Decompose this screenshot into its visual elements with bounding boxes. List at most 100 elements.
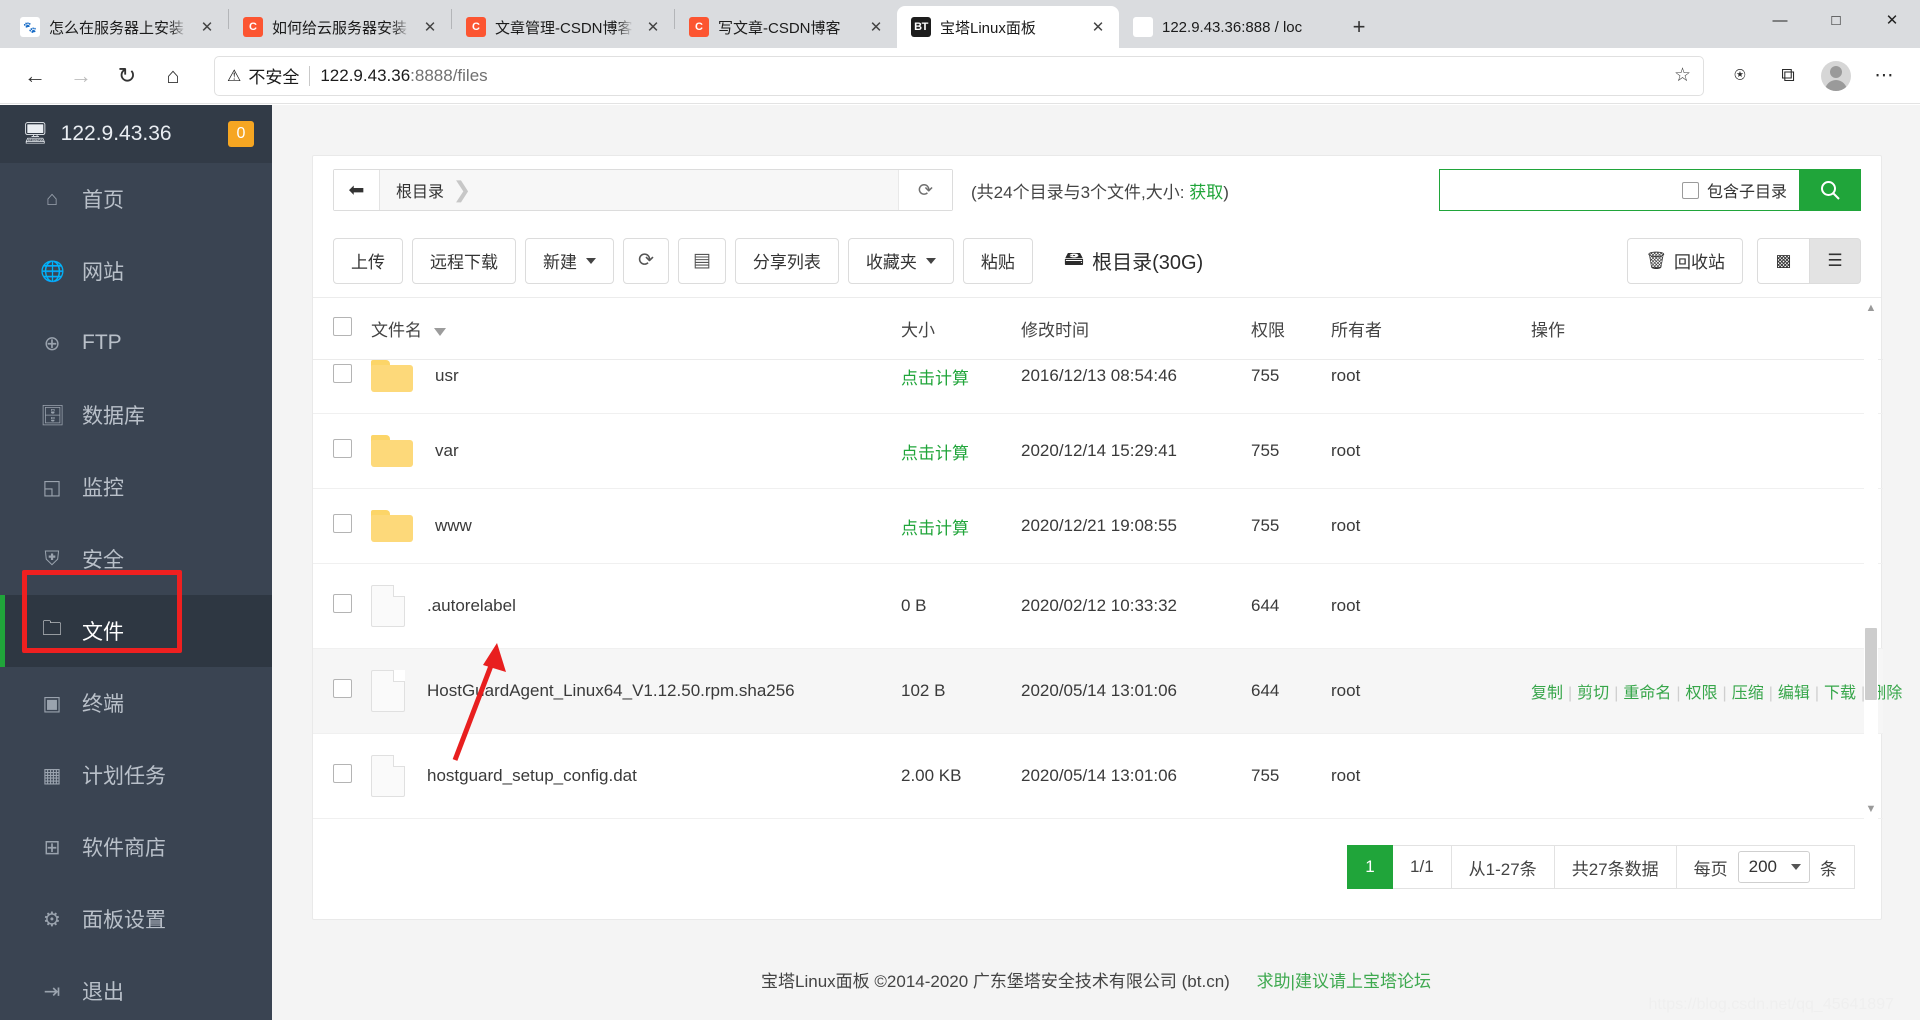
recycle-bin-button[interactable]: 🗑 回收站 (1627, 237, 1743, 284)
row-checkbox[interactable] (333, 514, 352, 533)
row-owner-cell[interactable]: root (1331, 413, 1531, 489)
address-bar[interactable]: ⚠ 不安全 122.9.43.36:8888/files ☆ (214, 55, 1704, 96)
sidebar-item-website[interactable]: 🌐 网站 (0, 235, 272, 307)
paste-button[interactable]: 粘贴 (962, 237, 1033, 284)
sidebar-item-logout[interactable]: ⇥ 退出 (0, 955, 272, 1020)
row-perm-cell[interactable]: 755 (1251, 488, 1331, 564)
search-button[interactable] (1799, 169, 1861, 211)
minimize-button[interactable]: — (1752, 0, 1808, 40)
include-subdirectories-checkbox[interactable] (1681, 181, 1699, 199)
sidebar-item-security[interactable]: ⛨ 安全 (0, 523, 272, 595)
sidebar-item-terminal[interactable]: ▣ 终端 (0, 667, 272, 739)
new-button[interactable]: 新建 (525, 237, 614, 284)
table-scrollbar[interactable]: ▲ ▼ (1864, 298, 1878, 819)
row-name-cell[interactable]: .autorelabel (371, 563, 901, 649)
reload-icon[interactable]: ↻ (106, 55, 148, 97)
terminal-button[interactable]: ▤ (677, 237, 726, 284)
row-name-cell[interactable]: usr (371, 359, 901, 414)
row-owner-cell[interactable]: root (1331, 648, 1531, 734)
calculate-size-link[interactable]: 点击计算 (901, 369, 969, 388)
table-row[interactable]: www 点击计算 2020/12/21 19:08:55 755 root (313, 488, 1883, 564)
row-name-cell[interactable]: HostGuardAgent_Linux64_V1.12.50.rpm.sha2… (371, 648, 901, 734)
table-row[interactable]: hostguard_setup_config.dat 2.00 KB 2020/… (313, 733, 1883, 819)
remote-download-button[interactable]: 远程下载 (412, 237, 516, 284)
action-cut[interactable]: 剪切 (1577, 685, 1609, 702)
browser-tab-1[interactable]: C 如何给云服务器安装 ✕ (229, 6, 451, 48)
sidebar-item-cron[interactable]: ▦ 计划任务 (0, 739, 272, 811)
column-header-owner[interactable]: 所有者 (1331, 298, 1531, 360)
sidebar-item-database[interactable]: 🗄 数据库 (0, 379, 272, 451)
column-header-mtime[interactable]: 修改时间 (1021, 298, 1251, 360)
scroll-up-icon[interactable]: ▲ (1864, 300, 1878, 316)
refresh-icon[interactable]: ⟳ (898, 170, 952, 210)
more-options-icon[interactable]: ⋯ (1862, 55, 1906, 97)
table-row[interactable]: usr 点击计算 2016/12/13 08:54:46 755 root (313, 359, 1883, 414)
new-tab-button[interactable]: + (1341, 10, 1377, 44)
row-checkbox[interactable] (333, 594, 352, 613)
grid-view-icon[interactable]: ▩ (1757, 237, 1809, 284)
row-perm-cell[interactable]: 755 (1251, 413, 1331, 489)
forward-icon[interactable]: → (60, 55, 102, 97)
row-checkbox[interactable] (333, 679, 352, 698)
row-name-cell[interactable]: www (371, 488, 901, 564)
row-owner-cell[interactable]: root (1331, 733, 1531, 819)
sidebar-item-appstore[interactable]: ⊞ 软件商店 (0, 811, 272, 883)
action-download[interactable]: 下载 (1824, 685, 1856, 702)
column-header-name[interactable]: 文件名 (371, 298, 901, 360)
action-permission[interactable]: 权限 (1686, 685, 1718, 702)
row-owner-cell[interactable]: root (1331, 359, 1531, 414)
row-perm-cell[interactable]: 755 (1251, 359, 1331, 414)
refresh-button[interactable]: ⟳ (623, 237, 669, 284)
browser-tab-0[interactable]: 🐾 怎么在服务器上安装 ✕ (6, 6, 228, 48)
path-input-area[interactable] (474, 170, 898, 210)
calculate-size-link[interactable]: 点击计算 (901, 444, 969, 463)
table-row[interactable]: var 点击计算 2020/12/14 15:29:41 755 root (313, 413, 1883, 489)
calculate-size-link[interactable]: 点击计算 (901, 519, 969, 538)
table-row[interactable]: HostGuardAgent_Linux64_V1.12.50.rpm.sha2… (313, 648, 1902, 734)
search-input[interactable]: 包含子目录 (1439, 169, 1799, 211)
column-header-perm[interactable]: 权限 (1251, 298, 1331, 360)
row-perm-cell[interactable]: 755 (1251, 733, 1331, 819)
sidebar-item-settings[interactable]: ⚙ 面板设置 (0, 883, 272, 955)
sidebar-item-files[interactable]: 🗀 文件 (0, 595, 272, 667)
action-compress[interactable]: 压缩 (1732, 685, 1764, 702)
table-row[interactable]: .autorelabel 0 B 2020/02/12 10:33:32 644… (313, 563, 1883, 649)
select-all-checkbox[interactable] (333, 316, 352, 336)
forum-link[interactable]: 求助|建议请上宝塔论坛 (1257, 972, 1431, 991)
row-perm-cell[interactable]: 644 (1251, 648, 1331, 734)
calculate-size-link[interactable]: 获取 (1189, 183, 1223, 202)
home-icon[interactable]: ⌂ (152, 55, 194, 97)
scroll-down-icon[interactable]: ▼ (1864, 801, 1878, 817)
maximize-button[interactable]: □ (1808, 0, 1864, 40)
back-arrow-icon[interactable]: ⬅ (334, 170, 380, 210)
close-icon[interactable]: ✕ (419, 16, 441, 38)
share-list-button[interactable]: 分享列表 (734, 237, 839, 284)
row-owner-cell[interactable]: root (1331, 488, 1531, 564)
browser-tab-5[interactable]: P 122.9.43.36:888 / loc (1119, 6, 1341, 48)
browser-tab-3[interactable]: C 写文章-CSDN博客 ✕ (675, 6, 897, 48)
breadcrumb-root[interactable]: 根目录 (380, 170, 450, 210)
sidebar-item-home[interactable]: ⌂ 首页 (0, 163, 272, 235)
row-perm-cell[interactable]: 644 (1251, 563, 1331, 649)
sidebar-item-monitor[interactable]: ◱ 监控 (0, 451, 272, 523)
notification-badge[interactable]: 0 (228, 121, 254, 147)
browser-tab-4-active[interactable]: BT 宝塔Linux面板 ✕ (897, 6, 1119, 48)
star-icon[interactable]: ☆ (1674, 64, 1691, 87)
row-name-cell[interactable]: var (371, 413, 901, 489)
row-name-cell[interactable]: hostguard_setup_config.dat (371, 733, 901, 819)
scrollbar-track[interactable] (1864, 298, 1878, 819)
close-icon[interactable]: ✕ (642, 16, 664, 38)
action-rename[interactable]: 重命名 (1623, 685, 1671, 702)
favorites-icon[interactable]: ⍟ (1718, 55, 1762, 97)
list-view-icon[interactable]: ☰ (1809, 237, 1861, 284)
sidebar-header[interactable]: 🖥 122.9.43.36 0 (0, 105, 272, 163)
action-edit[interactable]: 编辑 (1778, 685, 1810, 702)
page-number-1[interactable]: 1 (1347, 845, 1394, 889)
per-page-select[interactable]: 200 (1737, 851, 1810, 883)
close-icon[interactable]: ✕ (1087, 16, 1109, 38)
scrollbar-thumb[interactable] (1865, 628, 1877, 700)
close-icon[interactable]: ✕ (196, 16, 218, 38)
upload-button[interactable]: 上传 (333, 237, 403, 284)
action-copy[interactable]: 复制 (1531, 685, 1563, 702)
close-window-button[interactable]: ✕ (1864, 0, 1920, 40)
